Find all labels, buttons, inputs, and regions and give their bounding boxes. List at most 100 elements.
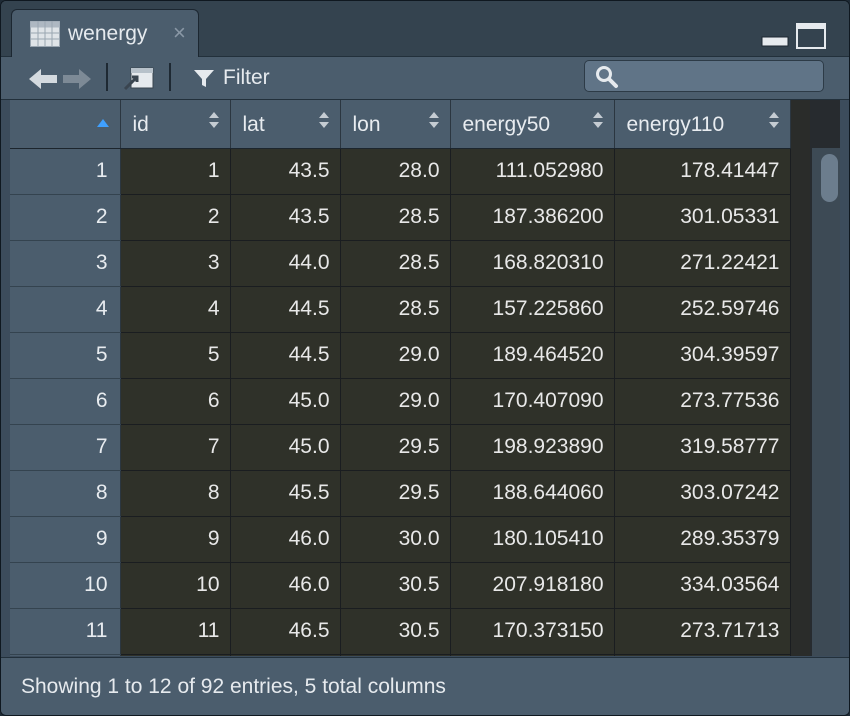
table-cell-id[interactable]: 6 <box>120 378 231 425</box>
table-cell-lat[interactable]: 44.0 <box>230 240 341 287</box>
table-row[interactable]: 6 6 45.0 29.0 170.407090 273.77536 <box>10 378 810 425</box>
column-header-energy110[interactable]: energy110 <box>614 100 791 149</box>
column-header-label: lat <box>242 113 265 136</box>
table-cell-lat[interactable]: 44.5 <box>230 286 341 333</box>
table-cell-lon[interactable]: 28.0 <box>340 148 451 195</box>
table-cell-id[interactable]: 1 <box>120 148 231 195</box>
column-header-energy50[interactable]: energy50 <box>450 100 615 149</box>
column-header-lon[interactable]: lon <box>340 100 451 149</box>
table-cell-lon[interactable]: 28.5 <box>340 240 451 287</box>
tab-wenergy[interactable]: wenergy × <box>11 9 199 57</box>
tab-title: wenergy <box>68 22 148 45</box>
table-cell-id[interactable]: 4 <box>120 286 231 333</box>
table-cell-lat[interactable]: 43.5 <box>230 148 341 195</box>
table-cell-energy110[interactable]: 273.77536 <box>614 378 791 425</box>
table-cell-energy50[interactable]: 170.373150 <box>450 608 615 655</box>
table-cell-energy110[interactable]: 271.22421 <box>614 240 791 287</box>
table-cell-id[interactable]: 7 <box>120 424 231 471</box>
column-header-rownum[interactable] <box>10 100 121 149</box>
maximize-icon[interactable] <box>796 23 826 49</box>
row-number: 8 <box>10 470 121 517</box>
table-cell-lon[interactable]: 29.0 <box>340 332 451 379</box>
table-cell-energy50[interactable]: 180.105410 <box>450 516 615 563</box>
table-cell-lat[interactable]: 46.0 <box>230 516 341 563</box>
scrollbar-thumb[interactable] <box>821 154 838 202</box>
table-row[interactable]: 4 4 44.5 28.5 157.225860 252.59746 <box>10 286 810 333</box>
table-cell-id[interactable]: 9 <box>120 516 231 563</box>
table-cell-id[interactable]: 8 <box>120 470 231 517</box>
column-header-label: lon <box>352 113 381 136</box>
table-cell-lon[interactable]: 29.0 <box>340 378 451 425</box>
table-cell-lat[interactable]: 46.0 <box>230 562 341 609</box>
table-cell-lat[interactable]: 45.0 <box>230 378 341 425</box>
table-cell-lat[interactable]: 45.0 <box>230 424 341 471</box>
table-cell-energy50[interactable]: 111.052980 <box>450 148 615 195</box>
column-header-lat[interactable]: lat <box>230 100 341 149</box>
table-row[interactable]: 3 3 44.0 28.5 168.820310 271.22421 <box>10 240 810 287</box>
table-cell-energy110[interactable]: 252.59746 <box>614 286 791 333</box>
table-cell-lat[interactable]: 46.5 <box>230 608 341 655</box>
table-cell-energy50[interactable]: 170.407090 <box>450 378 615 425</box>
table-cell-lon[interactable]: 29.5 <box>340 470 451 517</box>
table-row[interactable]: 2 2 43.5 28.5 187.386200 301.05331 <box>10 194 810 241</box>
row-number: 9 <box>10 516 121 563</box>
table-row[interactable]: 9 9 46.0 30.0 180.105410 289.35379 <box>10 516 810 563</box>
minimize-icon[interactable] <box>761 23 789 47</box>
table-cell-energy50[interactable]: 189.464520 <box>450 332 615 379</box>
table-cell-energy50[interactable]: 168.820310 <box>450 240 615 287</box>
table-cell-energy110[interactable]: 273.71713 <box>614 608 791 655</box>
table-cell-energy50[interactable]: 207.918180 <box>450 562 615 609</box>
table-cell-id[interactable]: 2 <box>120 194 231 241</box>
table-cell-lon[interactable]: 28.5 <box>340 194 451 241</box>
column-header-id[interactable]: id <box>120 100 231 149</box>
table-row[interactable]: 7 7 45.0 29.5 198.923890 319.58777 <box>10 424 810 471</box>
row-filler <box>790 240 810 286</box>
table-cell-lon[interactable]: 30.5 <box>340 608 451 655</box>
close-icon[interactable]: × <box>173 20 186 46</box>
row-filler <box>790 148 810 194</box>
forward-arrow-icon[interactable] <box>61 67 93 91</box>
filter-icon[interactable] <box>193 69 215 89</box>
table-cell-lon[interactable]: 30.0 <box>340 516 451 563</box>
table-row[interactable]: 8 8 45.5 29.5 188.644060 303.07242 <box>10 470 810 517</box>
data-table: id lat lon energy50 energy110 1 1 43.5 2… <box>10 100 810 656</box>
table-cell-energy110[interactable]: 289.35379 <box>614 516 791 563</box>
table-cell-energy110[interactable]: 303.07242 <box>614 470 791 517</box>
table-cell-energy110[interactable]: 319.58777 <box>614 424 791 471</box>
status-text: Showing 1 to 12 of 92 entries, 5 total c… <box>21 675 446 698</box>
table-cell-lon[interactable]: 28.5 <box>340 286 451 333</box>
table-cell-id[interactable]: 11 <box>120 608 231 655</box>
table-cell-energy50[interactable]: 187.386200 <box>450 194 615 241</box>
table-cell-energy110[interactable]: 178.41447 <box>614 148 791 195</box>
filter-button[interactable]: Filter <box>223 66 270 90</box>
open-in-window-icon[interactable] <box>123 65 155 91</box>
table-cell-id[interactable]: 5 <box>120 332 231 379</box>
table-cell-lat[interactable]: 45.5 <box>230 470 341 517</box>
row-number: 11 <box>10 608 121 655</box>
table-cell-energy50[interactable]: 198.923890 <box>450 424 615 471</box>
table-cell-lon[interactable]: 29.5 <box>340 424 451 471</box>
table-row[interactable] <box>10 654 810 656</box>
table-cell-energy110[interactable]: 301.05331 <box>614 194 791 241</box>
table-cell-lon[interactable]: 30.5 <box>340 562 451 609</box>
row-filler <box>790 424 810 470</box>
row-filler <box>790 516 810 562</box>
sort-ascending-icon <box>96 119 109 127</box>
table-cell-energy110[interactable]: 334.03564 <box>614 562 791 609</box>
search-input[interactable] <box>625 64 819 90</box>
table-cell-id[interactable]: 3 <box>120 240 231 287</box>
table-row[interactable]: 1 1 43.5 28.0 111.052980 178.41447 <box>10 148 810 195</box>
vertical-scrollbar[interactable] <box>812 148 840 656</box>
back-arrow-icon[interactable] <box>27 67 59 91</box>
table-cell-energy110[interactable]: 304.39597 <box>614 332 791 379</box>
table-cell-id[interactable]: 10 <box>120 562 231 609</box>
search-box[interactable] <box>584 60 824 92</box>
row-filler <box>790 378 810 424</box>
table-cell-lat[interactable]: 44.5 <box>230 332 341 379</box>
table-cell-lat[interactable]: 43.5 <box>230 194 341 241</box>
table-row[interactable]: 5 5 44.5 29.0 189.464520 304.39597 <box>10 332 810 379</box>
table-cell-energy50[interactable]: 157.225860 <box>450 286 615 333</box>
table-cell-energy50[interactable]: 188.644060 <box>450 470 615 517</box>
table-row[interactable]: 11 11 46.5 30.5 170.373150 273.71713 <box>10 608 810 655</box>
table-row[interactable]: 10 10 46.0 30.5 207.918180 334.03564 <box>10 562 810 609</box>
